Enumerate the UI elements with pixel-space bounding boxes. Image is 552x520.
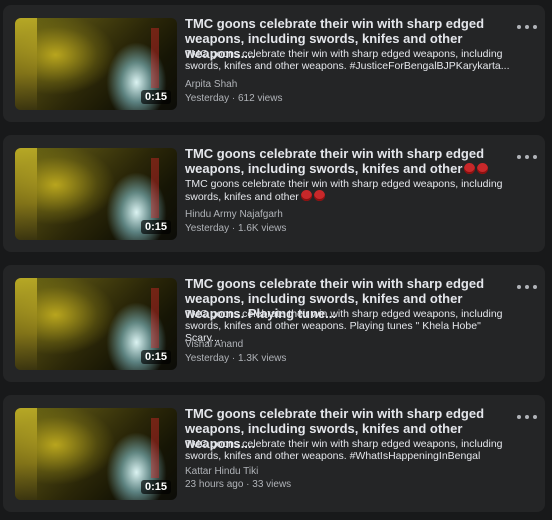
more-options-icon[interactable] [517, 22, 537, 32]
video-card[interactable]: 0:15 TMC goons celebrate their win with … [3, 265, 545, 382]
video-description: TMC goons celebrate their win with sharp… [185, 438, 503, 462]
video-thumbnail[interactable]: 0:15 [15, 278, 177, 370]
video-duration: 0:15 [140, 220, 171, 234]
video-card[interactable]: 0:15 TMC goons celebrate their win with … [3, 5, 545, 122]
video-author[interactable]: Vishal Anand [185, 339, 243, 350]
video-thumbnail[interactable]: 0:15 [15, 408, 177, 500]
video-thumbnail[interactable]: 0:15 [15, 148, 177, 240]
video-card[interactable]: 0:15 TMC goons celebrate their win with … [3, 135, 545, 252]
video-card[interactable]: 0:15 TMC goons celebrate their win with … [3, 395, 545, 512]
angry-face-emoji-icon [464, 163, 476, 174]
video-description: TMC goons celebrate their win with sharp… [185, 48, 510, 72]
video-thumbnail[interactable]: 0:15 [15, 18, 177, 110]
video-description-text: TMC goons celebrate their win with sharp… [185, 178, 503, 203]
video-title[interactable]: TMC goons celebrate their win with sharp… [185, 146, 509, 176]
angry-face-emoji-icon [477, 163, 489, 174]
video-meta: Yesterday · 1.3K views [185, 353, 287, 364]
video-description: TMC goons celebrate their win with sharp… [185, 178, 515, 203]
video-duration: 0:15 [140, 480, 171, 494]
video-meta: Yesterday · 612 views [185, 93, 283, 104]
video-author[interactable]: Hindu Army Najafgarh [185, 209, 283, 220]
more-options-icon[interactable] [517, 152, 537, 162]
video-author[interactable]: Arpita Shah [185, 79, 237, 90]
video-results-list: 0:15 TMC goons celebrate their win with … [0, 0, 552, 520]
video-title-text: TMC goons celebrate their win with sharp… [185, 146, 485, 176]
more-options-icon[interactable] [517, 412, 537, 422]
video-duration: 0:15 [140, 350, 171, 364]
more-options-icon[interactable] [517, 282, 537, 292]
video-author[interactable]: Kattar Hindu Tiki [185, 466, 258, 477]
angry-face-emoji-icon [300, 190, 312, 201]
angry-face-emoji-icon [313, 190, 325, 201]
video-meta: Yesterday · 1.6K views [185, 223, 287, 234]
video-duration: 0:15 [140, 90, 171, 104]
video-meta: 23 hours ago · 33 views [185, 479, 292, 490]
